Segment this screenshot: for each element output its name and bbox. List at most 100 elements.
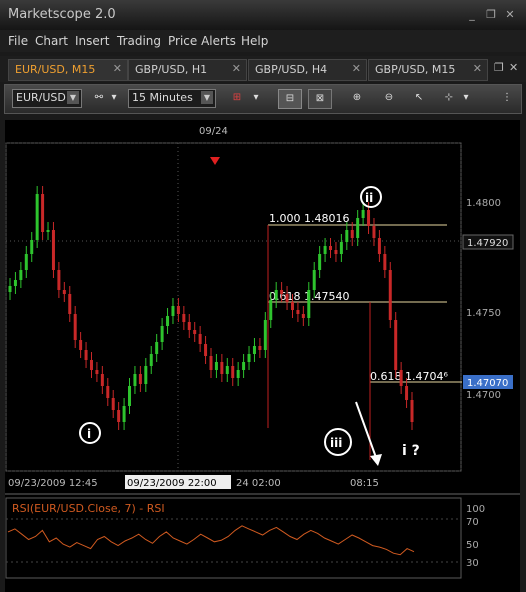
candle-body xyxy=(187,322,191,330)
fib-label-1000: 1.000 1.48016 xyxy=(269,212,349,225)
candle-body xyxy=(89,360,93,370)
candle-body xyxy=(361,210,365,218)
candle-body xyxy=(160,326,164,342)
candle-body xyxy=(356,218,360,238)
candle-body xyxy=(51,230,55,270)
candle-body xyxy=(193,330,197,334)
candle-body xyxy=(296,310,300,314)
candle-body xyxy=(117,410,121,422)
candle-body xyxy=(399,370,403,386)
candle-body xyxy=(258,346,262,350)
candle-body xyxy=(57,270,61,290)
candle-body xyxy=(198,334,202,344)
marker-price-label: 1.47070 xyxy=(467,378,508,389)
candle-body xyxy=(30,240,34,254)
candle-body xyxy=(8,286,12,292)
candle-body xyxy=(155,342,159,354)
candle-body xyxy=(41,194,45,232)
fib-label-0618b: 0.618 1.4704⁶ xyxy=(370,370,448,383)
candle-body xyxy=(68,294,72,314)
price-tick: 1.4800 xyxy=(466,198,501,209)
wave-label-i-question: i ? xyxy=(402,443,420,459)
candle-body xyxy=(176,306,180,314)
price-tick: 1.4750 xyxy=(466,308,501,319)
candle-body xyxy=(214,362,218,370)
candle-body xyxy=(301,314,305,318)
candle-body xyxy=(24,254,28,270)
date-marker-icon xyxy=(210,157,220,165)
candle-body xyxy=(144,366,148,384)
candle-body xyxy=(122,406,126,422)
candle-body xyxy=(280,290,284,294)
rsi-tick: 70 xyxy=(466,517,479,528)
candle-body xyxy=(171,306,175,316)
candle-body xyxy=(225,366,229,374)
candle-body xyxy=(46,230,50,232)
rsi-line xyxy=(7,525,415,556)
date-label: 09/24 xyxy=(199,126,228,137)
current-price-label: 1.47920 xyxy=(467,238,508,249)
candle-body xyxy=(339,242,343,254)
candle-body xyxy=(220,362,224,374)
candle-body xyxy=(182,314,186,322)
candle-body xyxy=(19,270,23,280)
candle-body xyxy=(388,270,392,320)
candle-body xyxy=(290,302,294,310)
candle-body xyxy=(95,370,99,374)
candle-body xyxy=(372,226,376,238)
time-label-highlight: 09/23/2009 22:00 xyxy=(127,478,217,489)
candle-body xyxy=(149,354,153,366)
candle-body xyxy=(79,340,83,350)
candle-body xyxy=(138,374,142,384)
chart-svg: 09/24 1.000 1.48016 0.618 1.47540 0.618 … xyxy=(5,126,520,579)
candle-body xyxy=(133,374,137,386)
candle-body xyxy=(242,362,246,370)
price-candles xyxy=(8,186,414,430)
candle-body xyxy=(236,370,240,378)
candle-body xyxy=(100,374,104,386)
down-arrow-icon xyxy=(370,454,382,466)
candle-body xyxy=(209,356,213,370)
candle-body xyxy=(410,400,414,422)
candle-body xyxy=(350,230,354,238)
wave-label-iii: iii xyxy=(330,436,342,450)
candle-body xyxy=(312,270,316,290)
candle-body xyxy=(84,350,88,360)
candle-body xyxy=(204,344,208,356)
candle-body xyxy=(323,246,327,254)
candle-body xyxy=(367,210,371,226)
candle-body xyxy=(62,290,66,294)
price-tick: 1.4700 xyxy=(466,390,501,401)
candle-body xyxy=(307,290,311,318)
candle-body xyxy=(285,294,289,302)
candle-body xyxy=(73,314,77,340)
candle-body xyxy=(166,316,170,326)
candle-body xyxy=(13,280,17,286)
time-label: 08:15 xyxy=(350,478,379,489)
candle-body xyxy=(345,230,349,242)
candle-body xyxy=(383,254,387,270)
candle-body xyxy=(111,398,115,410)
rsi-tick: 50 xyxy=(466,540,479,551)
candle-body xyxy=(252,346,256,354)
candle-body xyxy=(274,290,278,300)
time-label: 24 02:00 xyxy=(236,478,281,489)
candle-body xyxy=(334,250,338,254)
candle-body xyxy=(329,246,333,250)
rsi-title: RSI(EUR/USD.Close, 7) - RSI xyxy=(12,502,165,515)
candle-body xyxy=(269,300,273,320)
candle-body xyxy=(35,194,39,240)
time-label: 09/23/2009 12:45 xyxy=(8,478,98,489)
candle-body xyxy=(405,386,409,400)
candle-body xyxy=(247,354,251,362)
candle-body xyxy=(263,320,267,350)
candle-body xyxy=(128,386,132,406)
candle-body xyxy=(318,254,322,270)
rsi-tick: 30 xyxy=(466,558,479,569)
candle-body xyxy=(106,386,110,398)
candle-body xyxy=(231,366,235,378)
candle-body xyxy=(394,320,398,370)
rsi-tick: 100 xyxy=(466,504,485,515)
wave-label-ii: ii xyxy=(365,191,373,205)
wave-label-i: i xyxy=(87,427,91,441)
